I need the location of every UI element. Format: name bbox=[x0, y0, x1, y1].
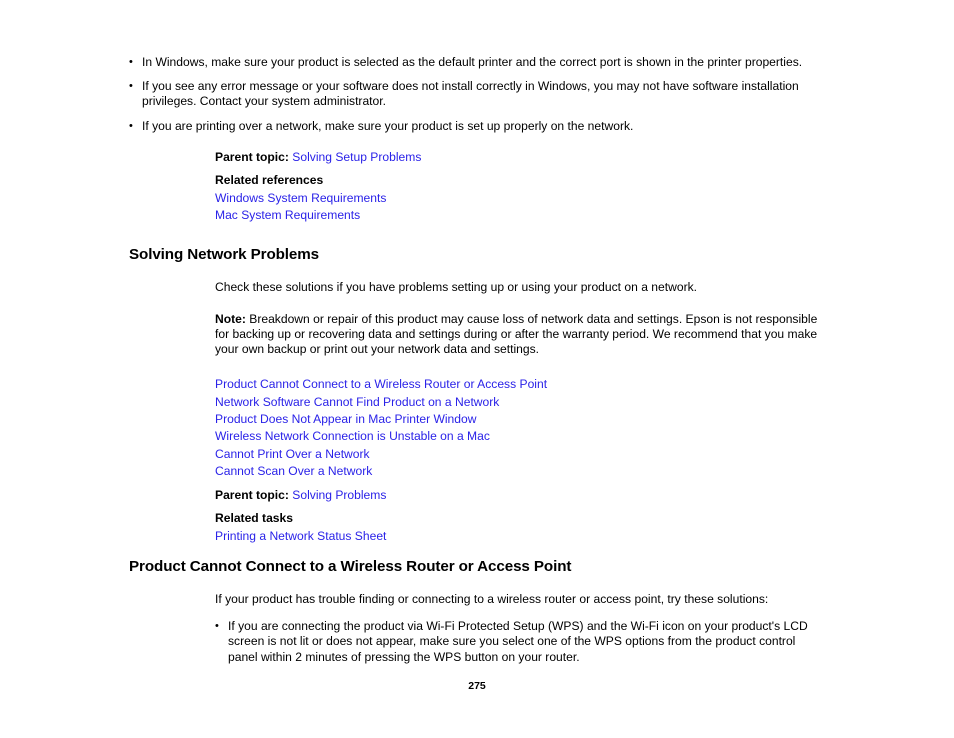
list-item: If you are connecting the product via Wi… bbox=[215, 619, 821, 665]
wireless-section-body: If your product has trouble finding or c… bbox=[215, 592, 821, 665]
parent-topic-label: Parent topic: bbox=[215, 149, 289, 164]
section-heading-product-cannot-connect: Product Cannot Connect to a Wireless Rou… bbox=[129, 557, 572, 575]
related-tasks-links: Printing a Network Status Sheet bbox=[215, 528, 821, 545]
related-reference-link[interactable]: Mac System Requirements bbox=[215, 207, 821, 224]
wireless-bullet-list: If you are connecting the product via Wi… bbox=[215, 619, 821, 665]
topic-link[interactable]: Wireless Network Connection is Unstable … bbox=[215, 428, 821, 445]
list-item: If you see any error message or your sof… bbox=[129, 79, 821, 109]
list-item: If you are printing over a network, make… bbox=[129, 119, 821, 134]
parent-topic-line: Parent topic: Solving Setup Problems bbox=[215, 149, 821, 166]
topic-link[interactable]: Cannot Scan Over a Network bbox=[215, 463, 821, 480]
parent-topic-label: Parent topic: bbox=[215, 487, 289, 502]
topic-link[interactable]: Network Software Cannot Find Product on … bbox=[215, 394, 821, 411]
related-references-label: Related references bbox=[215, 173, 324, 188]
note-label: Note: bbox=[215, 311, 246, 326]
list-item: In Windows, make sure your product is se… bbox=[129, 55, 821, 70]
page-number: 275 bbox=[468, 680, 486, 692]
topic-link[interactable]: Product Does Not Appear in Mac Printer W… bbox=[215, 411, 821, 428]
page-content: In Windows, make sure your product is se… bbox=[129, 55, 821, 674]
related-reference-link[interactable]: Windows System Requirements bbox=[215, 190, 821, 207]
related-task-link[interactable]: Printing a Network Status Sheet bbox=[215, 528, 821, 545]
topic-link[interactable]: Cannot Print Over a Network bbox=[215, 446, 821, 463]
topic-link[interactable]: Product Cannot Connect to a Wireless Rou… bbox=[215, 376, 821, 393]
network-section-body: Check these solutions if you have proble… bbox=[215, 280, 821, 544]
related-references-links: Windows System Requirements Mac System R… bbox=[215, 190, 821, 225]
related-tasks-label: Related tasks bbox=[215, 511, 293, 526]
document-page: In Windows, make sure your product is se… bbox=[0, 0, 954, 738]
section-heading-solving-network-problems: Solving Network Problems bbox=[129, 246, 320, 264]
setup-problems-bullet-list: In Windows, make sure your product is se… bbox=[129, 55, 821, 134]
parent-topic-line: Parent topic: Solving Problems bbox=[215, 487, 821, 504]
network-intro-paragraph: Check these solutions if you have proble… bbox=[215, 280, 698, 295]
parent-topic-link[interactable]: Solving Problems bbox=[292, 488, 386, 502]
setup-problems-meta: Parent topic: Solving Setup Problems Rel… bbox=[215, 149, 821, 225]
network-topic-links: Product Cannot Connect to a Wireless Rou… bbox=[215, 376, 821, 480]
wireless-intro-paragraph: If your product has trouble finding or c… bbox=[215, 591, 769, 606]
parent-topic-link[interactable]: Solving Setup Problems bbox=[292, 150, 421, 164]
network-note-paragraph: Note: Breakdown or repair of this produc… bbox=[215, 312, 821, 358]
note-text: Breakdown or repair of this product may … bbox=[215, 311, 818, 357]
